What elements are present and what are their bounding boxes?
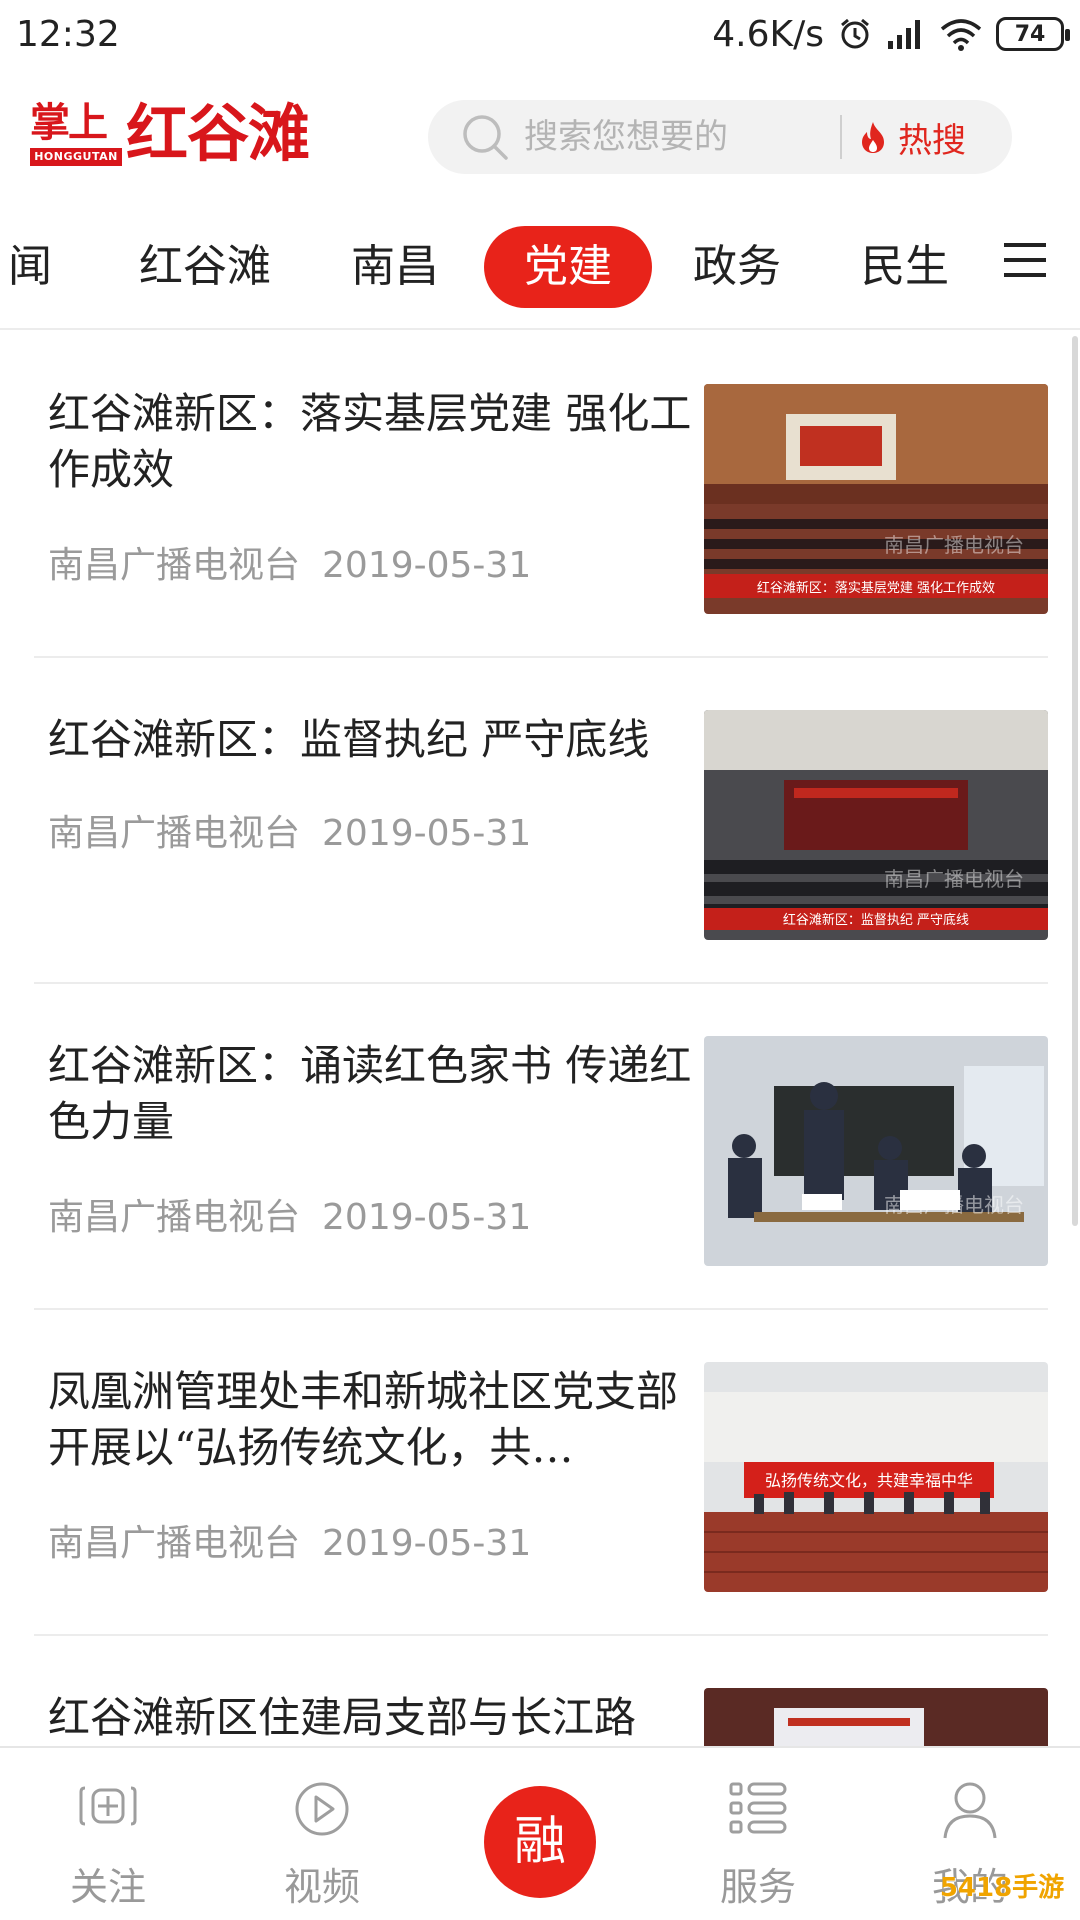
thumb-caption: 红谷滩新区：落实基层党建 强化工作成效 [757, 580, 995, 596]
status-time: 12:32 [16, 13, 120, 55]
news-date: 2019-05-31 [322, 813, 532, 854]
news-thumbnail: 红谷滩新区：落实基层党建 强化工作成效 南昌广播电视台 [704, 384, 1048, 614]
thumb-watermark: 南昌广播电视台 [884, 1193, 1024, 1217]
tab-livelihood[interactable]: 民生 [840, 226, 970, 308]
status-bar: 12:32 4.6K/s 74 [0, 0, 1080, 68]
news-meta: 南昌广播电视台 2019-05-31 [48, 804, 531, 856]
nav-video[interactable]: 视频 [242, 1748, 402, 1920]
tab-honggutan[interactable]: 红谷滩 [120, 226, 290, 308]
nav-service-label: 服务 [719, 1865, 796, 1909]
search-divider [840, 115, 842, 159]
follow-icon [79, 1786, 137, 1826]
battery-icon: 74 [996, 17, 1070, 51]
news-title: 红谷滩新区：诵读红色家书 传递红色力量 [48, 1041, 692, 1146]
status-icons: 4.6K/s 74 [712, 13, 1070, 55]
news-meta: 南昌广播电视台 2019-05-31 [48, 1514, 531, 1566]
alarm-icon [838, 17, 872, 51]
nav-follow[interactable]: 关注 [28, 1748, 188, 1920]
scrollbar[interactable] [1072, 336, 1078, 1226]
news-meta: 南昌广播电视台 2019-05-31 [48, 536, 531, 588]
app-screen: 12:32 4.6K/s 74 掌上 HONGGUTAN 红谷滩 搜索您想要的 … [0, 0, 1080, 1920]
news-title: 红谷滩新区：落实基层党建 强化工作成效 [48, 389, 692, 494]
logo-en-text: HONGGUTAN [30, 148, 122, 166]
news-item[interactable]: 凤凰洲管理处丰和新城社区党支部开展以“弘扬传统文化，共… 南昌广播电视台 2019… [34, 1310, 1048, 1636]
news-item[interactable]: 红谷滩新区：落实基层党建 强化工作成效 南昌广播电视台 2019-05-31 红谷… [34, 332, 1048, 658]
news-source: 南昌广播电视台 [48, 1523, 301, 1564]
hot-search-button[interactable]: 热搜 [858, 113, 966, 162]
news-title: 凤凰洲管理处丰和新城社区党支部开展以“弘扬传统文化，共… [48, 1367, 679, 1472]
site-watermark: 5418手游网 [939, 1873, 1065, 1903]
app-header: 掌上 HONGGUTAN 红谷滩 热搜 [0, 68, 1080, 202]
news-title: 红谷滩新区：监督执纪 严守底线 [48, 715, 650, 764]
fusion-button[interactable]: 融 [484, 1786, 596, 1898]
thumb-banner: 弘扬传统文化，共建幸福中华 [765, 1471, 973, 1490]
fire-icon [862, 122, 884, 153]
thumb-watermark: 南昌广播电视台 [884, 533, 1024, 557]
thumb-watermark: 南昌广播电视台 [884, 867, 1024, 891]
tab-news[interactable]: 闻 [0, 226, 70, 308]
tab-party-building[interactable]: 党建 [484, 226, 652, 308]
news-thumbnail: 弘扬传统文化，共建幸福中华 [704, 1362, 1048, 1592]
bottom-navigation: 关注 视频 融 服务 我的 [0, 1746, 1080, 1920]
hot-search-label: 热搜 [898, 120, 966, 161]
category-tabs: 闻 红谷滩 南昌 党建 政务 民生 [0, 202, 1080, 330]
news-item[interactable]: 红谷滩新区：诵读红色家书 传递红色力量 南昌广播电视台 2019-05-31 南… [34, 984, 1048, 1310]
network-speed: 4.6K/s [712, 13, 824, 55]
logo-small-text: 掌上 [30, 99, 108, 146]
tab-government[interactable]: 政务 [672, 226, 802, 308]
menu-icon[interactable] [1002, 240, 1048, 280]
wifi-icon [940, 17, 982, 51]
search-input[interactable] [524, 117, 834, 157]
nav-video-label: 视频 [283, 1865, 360, 1909]
news-title: 红谷滩新区住建局支部与长江路 [48, 1693, 637, 1742]
service-icon [729, 1782, 787, 1834]
tab-nanchang[interactable]: 南昌 [330, 226, 460, 308]
news-date: 2019-05-31 [322, 545, 532, 586]
news-source: 南昌广播电视台 [48, 813, 301, 854]
news-date: 2019-05-31 [322, 1523, 532, 1564]
search-icon [463, 115, 508, 160]
logo-badge: 掌上 HONGGUTAN [30, 98, 122, 172]
news-meta: 南昌广播电视台 2019-05-31 [48, 1188, 531, 1240]
news-thumbnail: 南昌广播电视台 [704, 1036, 1048, 1266]
user-icon [943, 1782, 997, 1839]
play-icon [295, 1782, 349, 1836]
news-item[interactable]: 红谷滩新区：监督执纪 严守底线 南昌广播电视台 2019-05-31 红谷滩新区：… [34, 658, 1048, 984]
logo-title: 红谷滩 [126, 97, 310, 170]
news-thumbnail: 红谷滩新区：监督执纪 严守底线 南昌广播电视台 [704, 710, 1048, 940]
nav-service[interactable]: 服务 [678, 1748, 838, 1920]
thumb-caption: 红谷滩新区：监督执纪 严守底线 [783, 912, 969, 928]
app-logo: 掌上 HONGGUTAN 红谷滩 [30, 98, 340, 178]
news-date: 2019-05-31 [322, 1197, 532, 1238]
news-source: 南昌广播电视台 [48, 1197, 301, 1238]
signal-icon [886, 17, 926, 51]
search-bar[interactable]: 热搜 [428, 100, 1012, 174]
news-source: 南昌广播电视台 [48, 545, 301, 586]
nav-follow-label: 关注 [69, 1865, 146, 1909]
